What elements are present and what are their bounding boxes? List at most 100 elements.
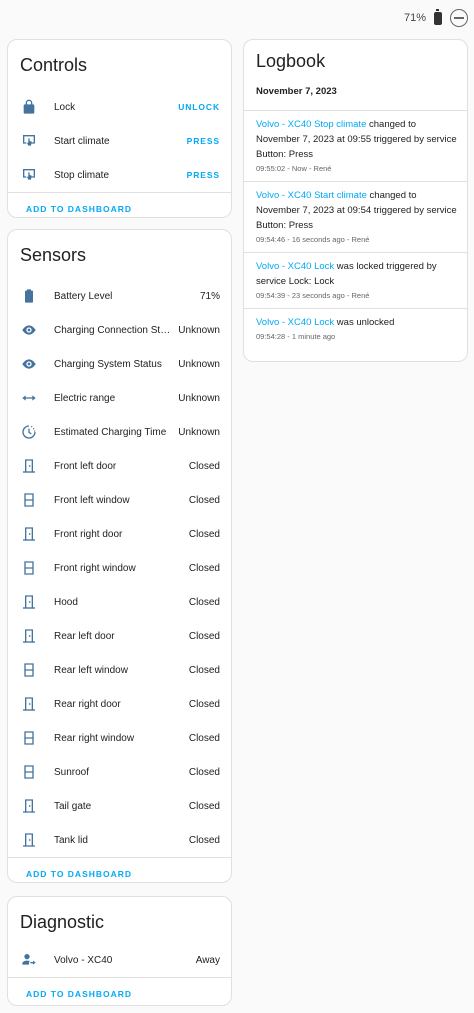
logbook-entry: Volvo - XC40 Lock was unlocked 09:54:28 -… xyxy=(244,309,467,349)
sensor-value: Closed xyxy=(188,528,220,540)
sensor-row[interactable]: Tank lid Closed xyxy=(8,823,231,857)
logbook-entity-link[interactable]: Volvo - XC40 Stop climate xyxy=(256,119,366,130)
sensor-value: Unknown xyxy=(178,358,220,370)
door-icon xyxy=(20,797,38,815)
logbook-entity-link[interactable]: Volvo - XC40 Start climate xyxy=(256,190,367,201)
logbook-entity-link[interactable]: Volvo - XC40 Lock xyxy=(256,261,334,272)
lock-icon xyxy=(20,98,38,116)
sensors-add-to-dashboard-button[interactable]: ADD TO DASHBOARD xyxy=(8,857,231,882)
sensor-row[interactable]: Front left door Closed xyxy=(8,449,231,483)
sensor-value: Unknown xyxy=(178,392,220,404)
control-label: Start climate xyxy=(54,135,110,147)
logbook-message: was unlocked xyxy=(334,317,395,328)
sensor-label: Rear left door xyxy=(54,630,115,642)
sensor-row[interactable]: Front left window Closed xyxy=(8,483,231,517)
logbook-card: Logbook November 7, 2023 Volvo - XC40 St… xyxy=(243,39,468,362)
sensor-label: Front left door xyxy=(54,460,117,472)
control-action-button[interactable]: UNLOCK xyxy=(178,102,220,112)
logbook-title: Logbook xyxy=(256,51,326,71)
door-icon xyxy=(20,593,38,611)
sensor-value: Closed xyxy=(188,766,220,778)
window-icon xyxy=(20,559,38,577)
sensor-label: Hood xyxy=(54,596,78,608)
remote-start-icon xyxy=(20,166,38,184)
window-icon xyxy=(20,661,38,679)
control-action-button[interactable]: PRESS xyxy=(187,170,220,180)
control-row[interactable]: Lock UNLOCK xyxy=(8,90,231,124)
eye-icon xyxy=(20,355,38,373)
sensor-row[interactable]: Rear left window Closed xyxy=(8,653,231,687)
sensor-row[interactable]: Rear right window Closed xyxy=(8,721,231,755)
sensor-row[interactable]: Hood Closed xyxy=(8,585,231,619)
account-arrow-icon xyxy=(20,951,38,969)
sensor-value: Closed xyxy=(188,800,220,812)
sensor-row[interactable]: Sunroof Closed xyxy=(8,755,231,789)
volvo-logo-icon[interactable] xyxy=(450,9,468,27)
controls-list: Lock UNLOCK Start climate PRESS Stop climate… xyxy=(8,82,231,192)
sensor-value: Unknown xyxy=(178,324,220,336)
sensor-label: Front right window xyxy=(54,562,136,574)
sensor-row[interactable]: Tail gate Closed xyxy=(8,789,231,823)
diagnostic-value: Away xyxy=(195,954,220,966)
sensor-row[interactable]: Front right door Closed xyxy=(8,517,231,551)
sensor-label: Rear right window xyxy=(54,732,135,744)
controls-card: Controls Lock UNLOCK Start climate PRESS Sto… xyxy=(7,39,232,218)
sensor-label: Estimated Charging Time xyxy=(54,426,167,438)
sensor-label: Front left window xyxy=(54,494,130,506)
sensor-row[interactable]: Front right window Closed xyxy=(8,551,231,585)
arrow-left-right-icon xyxy=(20,389,38,407)
sensor-value: 71% xyxy=(199,290,220,302)
battery-percentage: 71% xyxy=(403,12,426,24)
sensor-row[interactable]: Rear right door Closed xyxy=(8,687,231,721)
control-row[interactable]: Start climate PRESS xyxy=(8,124,231,158)
sensor-label: Rear right door xyxy=(54,698,121,710)
sensor-row[interactable]: Charging Connection Stat... Unknown xyxy=(8,313,231,347)
logbook-entry: Volvo - XC40 Start climate changed to No… xyxy=(244,182,467,253)
logbook-entity-link[interactable]: Volvo - XC40 Lock xyxy=(256,317,334,328)
sensor-value: Closed xyxy=(188,494,220,506)
sensor-value: Closed xyxy=(188,630,220,642)
diagnostic-card: Diagnostic Volvo - XC40 Away ADD TO DASHB… xyxy=(7,896,232,1006)
sensor-row[interactable]: Estimated Charging Time Unknown xyxy=(8,415,231,449)
sensor-value: Closed xyxy=(188,834,220,846)
sensor-value: Unknown xyxy=(178,426,220,438)
door-icon xyxy=(20,627,38,645)
logbook-entry: Volvo - XC40 Lock was locked triggered b… xyxy=(244,253,467,309)
battery-icon xyxy=(434,8,442,25)
logbook-entries: Volvo - XC40 Stop climate changed to Nov… xyxy=(244,111,467,349)
logbook-meta: 09:54:39 - 23 seconds ago - René xyxy=(256,291,370,300)
sensor-row[interactable]: Rear left door Closed xyxy=(8,619,231,653)
sensors-title: Sensors xyxy=(20,245,87,265)
logbook-entry-text: Volvo - XC40 Start climate changed to No… xyxy=(256,188,459,233)
battery-icon xyxy=(20,287,38,305)
sensor-label: Battery Level xyxy=(54,290,113,302)
sensor-label: Charging Connection Stat... xyxy=(54,324,175,336)
door-icon xyxy=(20,695,38,713)
sensor-label: Electric range xyxy=(54,392,116,404)
sensor-row[interactable]: Electric range Unknown xyxy=(8,381,231,415)
diagnostic-add-to-dashboard-button[interactable]: ADD TO DASHBOARD xyxy=(8,977,231,1005)
control-row[interactable]: Stop climate PRESS xyxy=(8,158,231,192)
diagnostic-list: Volvo - XC40 Away xyxy=(8,939,231,977)
sensor-label: Front right door xyxy=(54,528,123,540)
timer-icon xyxy=(20,423,38,441)
sensor-row[interactable]: Battery Level 71% xyxy=(8,279,231,313)
sensor-row[interactable]: Charging System Status Unknown xyxy=(8,347,231,381)
diagnostic-title: Diagnostic xyxy=(20,912,105,932)
door-icon xyxy=(20,457,38,475)
controls-add-to-dashboard-button[interactable]: ADD TO DASHBOARD xyxy=(8,192,231,217)
window-icon xyxy=(20,729,38,747)
logbook-meta: 09:55:02 - Now - René xyxy=(256,164,332,173)
control-action-button[interactable]: PRESS xyxy=(187,136,220,146)
control-label: Stop climate xyxy=(54,169,110,181)
diagnostic-row[interactable]: Volvo - XC40 Away xyxy=(8,943,231,977)
sensor-label: Rear left window xyxy=(54,664,128,676)
logbook-entry-text: Volvo - XC40 Stop climate changed to Nov… xyxy=(256,117,459,162)
sensor-value: Closed xyxy=(188,698,220,710)
sensors-card: Sensors Battery Level 71% Charging Connect… xyxy=(7,229,232,883)
sensor-label: Tail gate xyxy=(54,800,92,812)
logbook-meta: 09:54:28 - 1 minute ago xyxy=(256,332,336,341)
sensor-value: Closed xyxy=(188,596,220,608)
sensor-value: Closed xyxy=(188,664,220,676)
control-label: Lock xyxy=(54,101,76,113)
